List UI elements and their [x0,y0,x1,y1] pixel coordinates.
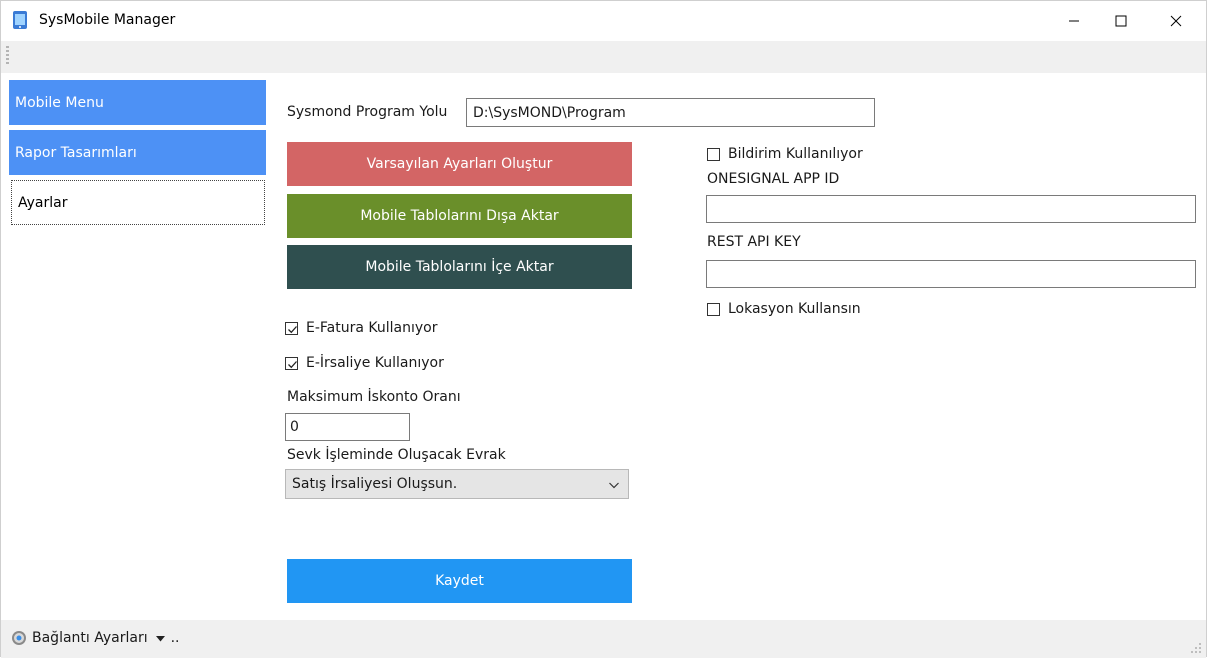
sidebar: Mobile Menu Rapor Tasarımları Ayarlar [9,80,266,620]
efatura-checkbox[interactable]: E-Fatura Kullanıyor [285,320,437,336]
status-ellipsis: .. [170,630,180,646]
max-discount-input[interactable]: 0 [285,413,410,441]
minimize-button[interactable] [1051,1,1097,41]
caret-down-icon [155,630,165,646]
rest-api-input[interactable] [706,260,1196,288]
status-bar: Bağlantı Ayarları .. [1,620,1206,658]
notification-checkbox-box[interactable] [707,147,720,161]
import-tables-label: Mobile Tablolarını İçe Aktar [365,259,554,275]
create-defaults-label: Varsayılan Ayarları Oluştur [366,156,553,172]
program-path-label: Sysmond Program Yolu [287,104,448,120]
dispatch-doc-selected: Satış İrsaliyesi Oluşsun. [292,476,458,492]
notification-label: Bildirim Kullanılıyor [728,146,863,162]
dispatch-doc-select[interactable]: Satış İrsaliyesi Oluşsun. [285,469,629,499]
connection-settings-label: Bağlantı Ayarları [32,630,148,646]
notification-checkbox[interactable]: Bildirim Kullanılıyor [707,146,863,162]
export-tables-button[interactable]: Mobile Tablolarını Dışa Aktar [287,194,632,238]
rest-api-label: REST API KEY [707,234,801,250]
sidebar-item-ayarlar[interactable]: Ayarlar [11,180,265,225]
toolbar-strip [1,41,1206,73]
eirsaliye-checkbox[interactable]: E-İrsaliye Kullanıyor [285,355,444,371]
settings-gear-icon [11,630,27,646]
onesignal-label: ONESIGNAL APP ID [707,171,840,187]
import-tables-button[interactable]: Mobile Tablolarını İçe Aktar [287,245,632,289]
export-tables-label: Mobile Tablolarını Dışa Aktar [360,208,559,224]
title-bar[interactable]: SysMobile Manager [1,1,1206,41]
app-icon [13,11,27,29]
window-title: SysMobile Manager [39,12,176,28]
program-path-input[interactable]: D:\SysMOND\Program [466,98,875,127]
resize-grip-icon[interactable] [1190,642,1202,654]
onesignal-input[interactable] [706,195,1196,223]
location-checkbox-box[interactable] [707,302,720,316]
chevron-down-icon [608,479,620,495]
sidebar-item-mobile-menu[interactable]: Mobile Menu [9,80,266,125]
sidebar-item-label: Mobile Menu [15,94,104,111]
eirsaliye-label: E-İrsaliye Kullanıyor [306,355,444,371]
program-path-value: D:\SysMOND\Program [473,104,626,121]
create-defaults-button[interactable]: Varsayılan Ayarları Oluştur [287,142,632,186]
sidebar-item-rapor-tasarimlari[interactable]: Rapor Tasarımları [9,130,266,175]
dispatch-doc-label: Sevk İşleminde Oluşacak Evrak [287,447,506,463]
efatura-checkbox-box[interactable] [285,321,298,335]
connection-settings-dropdown[interactable]: Bağlantı Ayarları .. [11,630,180,646]
save-button[interactable]: Kaydet [287,559,632,603]
maximize-button[interactable] [1098,1,1144,41]
max-discount-value: 0 [290,419,299,435]
sidebar-item-label: Ayarlar [18,194,68,211]
location-checkbox[interactable]: Lokasyon Kullansın [707,301,861,317]
save-label: Kaydet [435,573,484,589]
sidebar-item-label: Rapor Tasarımları [15,144,137,161]
toolbar-grip-icon[interactable] [6,46,9,66]
efatura-label: E-Fatura Kullanıyor [306,320,438,336]
eirsaliye-checkbox-box[interactable] [285,356,298,370]
app-window: SysMobile Manager Mobile Menu Rapor Tasa… [0,0,1207,658]
max-discount-label: Maksimum İskonto Oranı [287,389,461,405]
close-button[interactable] [1153,1,1199,41]
location-label: Lokasyon Kullansın [728,301,861,317]
